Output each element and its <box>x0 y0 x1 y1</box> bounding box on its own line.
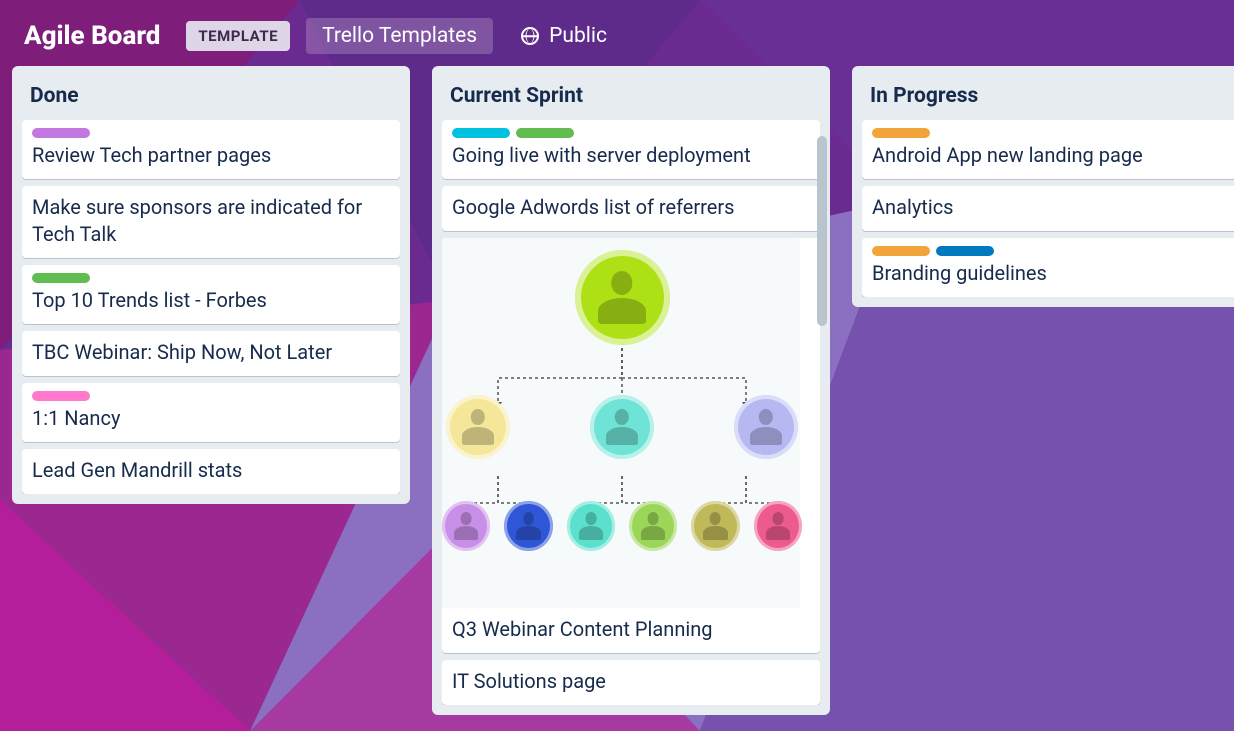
card-label <box>936 246 994 256</box>
templates-link[interactable]: Trello Templates <box>306 18 493 54</box>
card[interactable]: Going live with server deployment <box>442 120 820 179</box>
list-column[interactable]: Current SprintGoing live with server dep… <box>432 66 830 715</box>
person-icon <box>567 501 615 551</box>
card-labels <box>872 128 1230 142</box>
person-icon <box>575 250 670 345</box>
card[interactable]: Review Tech partner pages <box>22 120 400 179</box>
card-labels <box>452 128 810 142</box>
visibility-button[interactable]: Public <box>509 18 619 54</box>
card-list: Review Tech partner pages Make sure spons… <box>20 120 402 494</box>
template-badge[interactable]: TEMPLATE <box>186 21 290 51</box>
person-icon <box>442 501 490 551</box>
person-icon <box>754 501 802 551</box>
card-label <box>32 273 90 283</box>
card[interactable]: Android App new landing page <box>862 120 1234 179</box>
board-title[interactable]: Agile Board <box>24 21 160 51</box>
card-label <box>32 128 90 138</box>
list-title[interactable]: Done <box>20 76 402 120</box>
card[interactable]: IT Solutions page <box>442 660 820 705</box>
person-icon <box>446 395 510 459</box>
card[interactable]: Google Adwords list of referrers <box>442 186 820 231</box>
card-title: Branding guidelines <box>872 260 1230 287</box>
card-title: Analytics <box>872 194 1230 221</box>
card-labels <box>32 391 390 405</box>
card[interactable]: Branding guidelines <box>862 238 1234 297</box>
card[interactable]: 1:1 Nancy <box>22 383 400 442</box>
person-icon <box>691 501 739 551</box>
card-label <box>452 128 510 138</box>
card-label <box>516 128 574 138</box>
card-labels <box>32 273 390 287</box>
card-list: Android App new landing page Analytics Bra… <box>860 120 1234 297</box>
list-title[interactable]: In Progress <box>860 76 1234 120</box>
card[interactable]: Analytics <box>862 186 1234 231</box>
list-column[interactable]: In ProgressAndroid App new landing pageA… <box>852 66 1234 307</box>
card-cover-image <box>442 238 800 608</box>
card-title: Review Tech partner pages <box>32 142 390 169</box>
person-icon <box>590 395 654 459</box>
visibility-label: Public <box>549 24 607 48</box>
person-icon <box>734 395 798 459</box>
person-icon <box>629 501 677 551</box>
card-title: Q3 Webinar Content Planning <box>452 616 810 643</box>
list-title[interactable]: Current Sprint <box>440 76 822 120</box>
card-labels <box>32 128 390 142</box>
card-title: TBC Webinar: Ship Now, Not Later <box>32 339 390 366</box>
list-column[interactable]: Done Review Tech partner pages Make sure s… <box>12 66 410 504</box>
card-title: IT Solutions page <box>452 668 810 695</box>
card-list: Going live with server deployment Google … <box>440 120 822 705</box>
board-canvas[interactable]: Done Review Tech partner pages Make sure s… <box>0 66 1234 725</box>
card[interactable]: Q3 Webinar Content Planning <box>442 238 820 653</box>
card-label <box>32 391 90 401</box>
card-title: 1:1 Nancy <box>32 405 390 432</box>
card-title: Make sure sponsors are indicated for Tec… <box>32 194 390 248</box>
card-title: Android App new landing page <box>872 142 1230 169</box>
globe-icon <box>521 27 539 45</box>
card-label <box>872 246 930 256</box>
person-icon <box>504 501 552 551</box>
card-title: Google Adwords list of referrers <box>452 194 810 221</box>
card[interactable]: Top 10 Trends list - Forbes <box>22 265 400 324</box>
card-title: Going live with server deployment <box>452 142 810 169</box>
card-title: Top 10 Trends list - Forbes <box>32 287 390 314</box>
card-label <box>872 128 930 138</box>
card[interactable]: Make sure sponsors are indicated for Tec… <box>22 186 400 258</box>
card-labels <box>872 246 1230 260</box>
card[interactable]: Lead Gen Mandrill stats <box>22 449 400 494</box>
card[interactable]: TBC Webinar: Ship Now, Not Later <box>22 331 400 376</box>
board-header: Agile Board TEMPLATE Trello Templates Pu… <box>0 0 1234 66</box>
scrollbar-thumb[interactable] <box>817 136 827 326</box>
card-title: Lead Gen Mandrill stats <box>32 457 390 484</box>
